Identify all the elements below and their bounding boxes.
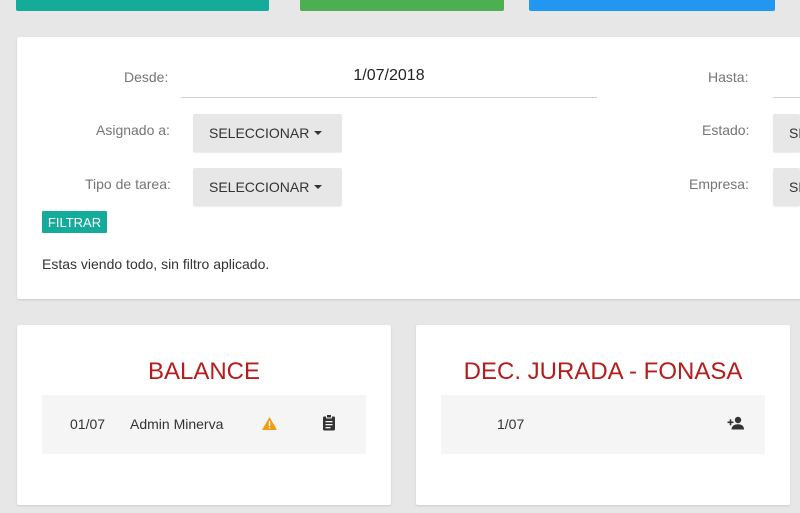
- desde-label: Desde:: [124, 69, 169, 85]
- desde-date-input[interactable]: 1/07/2018: [181, 67, 597, 98]
- task-title: DEC. JURADA - FONASA: [463, 358, 743, 385]
- desde-date-value: 1/07/2018: [353, 67, 425, 84]
- asignado-dropdown-value: SELECCIONAR: [209, 125, 310, 141]
- estado-dropdown-value: SELECCIONAR: [789, 125, 800, 141]
- person-add-icon[interactable]: [727, 416, 744, 435]
- clipboard-icon[interactable]: [322, 414, 336, 436]
- filtrar-button[interactable]: FILTRAR: [42, 211, 107, 233]
- task-assignee: Admin Minerva: [130, 416, 224, 432]
- task-card-dec-jurada: DEC. JURADA - FONASA 1/07: [416, 325, 790, 505]
- caret-down-icon: [314, 131, 323, 135]
- hasta-label: Hasta:: [708, 69, 749, 85]
- tipo-tarea-label: Tipo de tarea:: [85, 176, 171, 192]
- asignado-label: Asignado a:: [96, 122, 170, 138]
- caret-down-icon: [314, 185, 323, 189]
- empresa-dropdown[interactable]: SELECCIONAR: [773, 168, 800, 206]
- top-action-button-green[interactable]: [300, 0, 504, 11]
- empresa-dropdown-value: SELECCIONAR: [789, 179, 800, 195]
- tipo-tarea-dropdown[interactable]: SELECCIONAR: [193, 168, 342, 206]
- task-row[interactable]: 01/07 Admin Minerva: [42, 395, 366, 454]
- hasta-date-input[interactable]: [773, 67, 800, 98]
- task-card-balance: BALANCE 01/07 Admin Minerva: [17, 325, 391, 505]
- filter-status-text: Estas viendo todo, sin filtro aplicado.: [42, 256, 270, 272]
- task-row[interactable]: 1/07: [441, 395, 765, 454]
- task-date: 1/07: [497, 416, 525, 432]
- top-action-button-blue[interactable]: [529, 0, 775, 11]
- task-title: BALANCE: [147, 358, 261, 385]
- filter-panel: Desde: 1/07/2018 Hasta: Asignado a: SELE…: [17, 37, 800, 299]
- task-date: 01/07: [70, 416, 106, 432]
- empresa-label: Empresa:: [689, 176, 749, 192]
- estado-dropdown[interactable]: SELECCIONAR: [773, 114, 800, 152]
- asignado-dropdown[interactable]: SELECCIONAR: [193, 114, 342, 152]
- top-action-button-teal[interactable]: [16, 0, 269, 11]
- warning-icon: [261, 416, 278, 436]
- tipo-tarea-dropdown-value: SELECCIONAR: [209, 179, 310, 195]
- estado-label: Estado:: [702, 122, 750, 138]
